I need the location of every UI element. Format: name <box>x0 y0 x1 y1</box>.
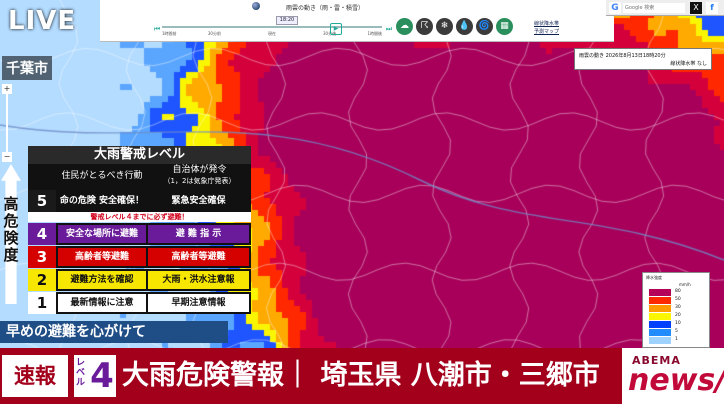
time-tick: 現在 <box>268 31 276 36</box>
warning-level-row-3: 3 高齢者等避難 高齢者等避難 <box>28 246 251 268</box>
warning-table-title: 大雨警戒レベル <box>28 146 251 164</box>
municipality-issue-cell: 早期注意情報 <box>148 294 249 312</box>
time-slider-ticks: 1時間前 30分前 現在 30分後 1時間後 <box>162 31 382 37</box>
map-zoom-control: + − <box>2 84 12 162</box>
time-slider[interactable] <box>162 26 382 28</box>
danger-scale-text: 高 危 険 度 <box>3 195 19 264</box>
resident-action-cell: 最新情報に注意 <box>58 294 146 312</box>
time-tick: 1時間前 <box>162 31 177 36</box>
toolbar-links: 線状降水帯 予測マップ <box>534 20 559 36</box>
city-label: 千葉市 <box>2 56 52 80</box>
level-number-cell: 4 <box>28 223 56 245</box>
legend-swatch <box>649 329 671 336</box>
warning-level-row-2: 2 避難方法を確認 大雨・洪水注意報 <box>28 269 251 291</box>
legend-swatch <box>649 289 671 296</box>
legend-swatch <box>649 297 671 304</box>
level-badge: レベル 4 <box>74 355 116 397</box>
link-forecast-map[interactable]: 予測マップ <box>534 28 559 36</box>
headline: 大雨危険警報｜ 埼玉県 八潮市・三郷市 <box>122 360 600 391</box>
resident-action-cell: 高齢者等避難 <box>58 248 146 266</box>
level-number: 4 <box>90 356 114 396</box>
legend-value: 20 <box>675 313 681 318</box>
legend-value: 1 <box>675 337 678 342</box>
thunder-cloud-icon[interactable]: ☈ <box>416 18 433 35</box>
linear-rainband-status: 線状降水帯 なし <box>670 61 707 67</box>
time-tick: 1時間後 <box>367 31 382 36</box>
col-resident-action: 住民がとるべき行動 <box>61 171 143 181</box>
abema-news-logo: ABEMA news/ <box>622 348 724 404</box>
level-word: レベル <box>76 358 86 388</box>
municipality-issue-cell: 高齢者等避難 <box>148 248 249 266</box>
resident-action-cell: 安全な場所に避難 <box>58 225 146 243</box>
play-button[interactable]: ▶ <box>330 23 342 35</box>
level-number-cell: 3 <box>28 246 56 268</box>
raindrop-icon[interactable]: 💧 <box>456 18 473 35</box>
breaking-label: 速報 <box>2 355 68 397</box>
warning-table-header: 住民がとるべき行動 自治体が発令 （1，2は気象庁発表） <box>28 164 251 190</box>
municipality-issue-cell: 緊急安全確保 <box>148 192 249 210</box>
warning-level-row-1: 1 最新情報に注意 早期注意情報 <box>28 292 251 314</box>
google-icon[interactable]: G <box>609 2 621 14</box>
step-back-icon[interactable]: ⏮ <box>152 24 162 34</box>
toolbar-title: 雨雲の動き（雨・雷・積雪） <box>285 5 364 12</box>
live-label: LIVE <box>8 6 77 36</box>
level-number-cell: 1 <box>28 292 56 314</box>
logo-news-text: news/ <box>628 363 724 398</box>
legend-value: 80 <box>675 289 681 294</box>
radar-grid-icon[interactable]: ▦ <box>496 18 513 35</box>
resident-action-cell: 命の危険 安全確保！ <box>58 192 146 210</box>
facebook-icon[interactable]: f <box>706 2 718 14</box>
rain-cloud-icon[interactable]: ☁ <box>396 18 413 35</box>
municipality-issue-cell: 避 難 指 示 <box>148 225 249 243</box>
precipitation-legend: 降水強度 mm/h 80 50 30 20 10 5 1 <box>642 272 710 348</box>
step-forward-icon[interactable]: ⏭ <box>384 24 394 34</box>
early-evacuation-banner: 早めの避難を心がけて <box>0 321 228 343</box>
col-municipality: 自治体が発令 （1，2は気象庁発表） <box>163 165 236 185</box>
time-indicator: 18:20 <box>276 16 298 25</box>
legend-swatch <box>649 313 671 320</box>
warning-level-row-4: 4 安全な場所に避難避 難 指 示 <box>28 223 251 245</box>
typhoon-icon[interactable]: 🌀 <box>476 18 493 35</box>
warning-level-table: 大雨警戒レベル 住民がとるべき行動 自治体が発令 （1，2は気象庁発表） 5 命の… <box>28 146 251 319</box>
browser-search-bar: G X f <box>606 0 724 16</box>
level-number-cell: 2 <box>28 269 56 291</box>
legend-swatch <box>649 305 671 312</box>
municipality-issue-cell: 大雨・洪水注意報 <box>148 271 249 289</box>
evacuate-by-level-4-note: 警戒レベル４までに必ず避難！ <box>28 212 251 222</box>
radar-info-panel: 雨雲の動き 2026年8月13日18時20分 線状降水帯 なし <box>574 48 712 70</box>
legend-swatch <box>649 337 671 344</box>
radar-timestamp: 雨雲の動き 2026年8月13日18時20分 <box>579 53 666 59</box>
link-linear-rainband[interactable]: 線状降水帯 <box>534 20 559 28</box>
danger-scale-arrow: 高 危 険 度 <box>0 158 22 306</box>
legend-value: 10 <box>675 321 681 326</box>
legend-unit: mm/h <box>679 282 691 287</box>
zoom-slider[interactable] <box>6 94 8 152</box>
resident-action-cell: 避難方法を確認 <box>58 271 146 289</box>
x-icon[interactable]: X <box>690 2 702 14</box>
legend-value: 5 <box>675 329 678 334</box>
legend-value: 50 <box>675 297 681 302</box>
warning-level-row-5: 5 命の危険 安全確保！ 緊急安全確保 <box>28 190 251 212</box>
radar-toolbar: 雨雲の動き（雨・雷・積雪） 18:20 ⏮ 1時間前 30分前 現在 30分後 1時間後… <box>100 0 614 42</box>
legend-value: 30 <box>675 305 681 310</box>
layer-icon-group: ☁ ☈ ❄ 💧 🌀 ▦ <box>396 18 513 35</box>
search-input[interactable] <box>623 3 685 13</box>
snow-depth-icon[interactable]: ❄ <box>436 18 453 35</box>
level-number-cell: 5 <box>28 190 56 212</box>
time-tick: 30分前 <box>207 31 221 36</box>
breaking-news-ticker: 速報 レベル 4 大雨危険警報｜ 埼玉県 八潮市・三郷市 <box>0 348 724 404</box>
legend-swatch <box>649 321 671 328</box>
zoom-in-button[interactable]: + <box>2 84 12 94</box>
legend-title: 降水強度 <box>646 275 662 280</box>
